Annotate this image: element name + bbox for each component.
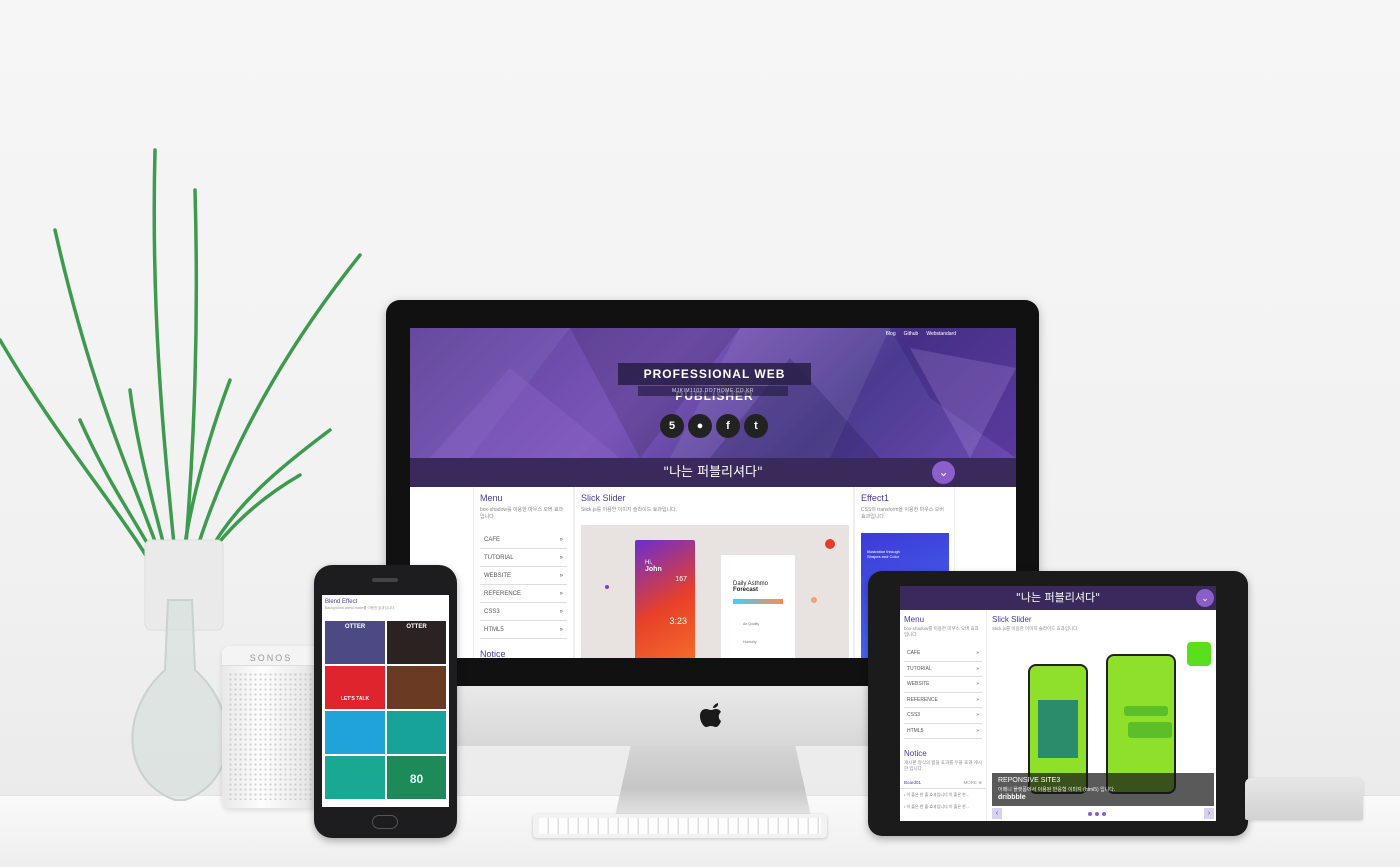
slide-caption: REPONSIVE SITE3 어메니 플랫폼에서 이용된 반응형 이미지 (h… [992, 773, 1214, 806]
notice-line[interactable]: • 이 출은 한 출 효과입니다.이 출은 한... [900, 798, 986, 810]
menu-title: Menu [480, 493, 503, 503]
github-icon[interactable]: ● [688, 414, 712, 438]
menu-item-reference[interactable]: REFERENCE» [480, 585, 567, 603]
menu-item-html5[interactable]: HTML5» [904, 724, 982, 739]
hero-title: PROFESSIONAL WEB PUBLISHER [618, 363, 811, 403]
nav-blog[interactable]: Blog [886, 331, 896, 337]
hero-banner: Blog Github Webstandard PROFESSIONAL WEB… [410, 328, 1016, 458]
blend-tile[interactable] [387, 666, 446, 709]
menu-item-website[interactable]: WEBSITE» [904, 677, 982, 693]
notice-board-header: Board01 MORE ⊕ [900, 774, 986, 789]
ipad-menu-list: CAFE» TUTORIAL» WEBSITE» REFERENCE» CSS3… [904, 646, 982, 739]
blend-effect-desc: Background-blend-mode를 이용한 효과입니다. [325, 606, 396, 610]
blend-tile[interactable] [387, 711, 446, 754]
menu-item-css3[interactable]: CSS3» [480, 603, 567, 621]
iphone-screen: Blend Effect Background-blend-mode를 이용한 … [322, 595, 449, 807]
home-button[interactable] [372, 815, 398, 829]
slider-desc: Slick.js를 이용한 이미지 슬라이드 효과입니다. [581, 507, 678, 513]
ipad-slider-desc: Slick.js를 이용한 이미지 슬라이드 효과입니다. [992, 626, 1079, 631]
ipad-slider-column: Slick Slider Slick.js를 이용한 이미지 슬라이드 효과입니… [988, 610, 1216, 821]
quote-bar: "나는 퍼블리셔다" ⌄ [410, 458, 1016, 487]
chevron-down-icon[interactable]: ⌄ [932, 461, 955, 484]
ipad-slider-title: Slick Slider [992, 615, 1032, 624]
imac-stand [615, 746, 811, 816]
menu-item-reference[interactable]: REFERENCE» [904, 693, 982, 708]
slider-image[interactable]: Hi, John 167 3:23 Daily Asthmo Forecast … [581, 525, 849, 658]
menu-column: Menu box-shadow를 이용한 마우스 오버 효과입니다. CAFE»… [473, 487, 574, 658]
slide-caption-title: REPONSIVE SITE3 [998, 777, 1061, 784]
speaker-brand: SONOS [249, 653, 293, 663]
more-link[interactable]: MORE ⊕ [963, 780, 982, 786]
slider-column: Slick Slider Slick.js를 이용한 이미지 슬라이드 효과입니… [574, 487, 854, 658]
dribbble-watermark: dribbble [998, 794, 1026, 801]
facebook-icon[interactable]: f [716, 414, 740, 438]
effect-title: Effect1 [861, 493, 889, 503]
menu-item-cafe[interactable]: CAFE» [480, 531, 567, 549]
effect-desc: CSS의 transform을 이용한 마우스 오버 효과입니다. [861, 507, 944, 520]
menu-item-cafe[interactable]: CAFE» [904, 646, 982, 662]
ipad-quote-text: "나는 퍼블리셔다" [1015, 591, 1101, 604]
menu-desc: box-shadow를 이용한 마우스 오버 효과입니다. [480, 507, 564, 520]
nav-github[interactable]: Github [904, 331, 919, 337]
notice-desc: 게시판 형식의 탭을 효과를 두을 효과 게시한 입니다. [904, 760, 982, 771]
app-card-1: Hi, John 167 3:23 [635, 540, 695, 658]
apple-logo-icon [700, 703, 721, 727]
slider-dot[interactable] [1102, 812, 1106, 816]
blend-tile[interactable]: 80 [387, 756, 446, 799]
notice-title: Notice [904, 749, 927, 758]
blend-tile[interactable]: LET'S TALK [325, 666, 385, 709]
app-card-2: Daily Asthmo Forecast Air Quality Humidi… [721, 555, 795, 658]
menu-item-website[interactable]: WEBSITE» [480, 567, 567, 585]
top-nav: Blog Github Webstandard [886, 331, 956, 337]
ipad-quote-bar: "나는 퍼블리셔다" ⌄ [900, 586, 1216, 610]
notice-title-partial: Notice [480, 649, 506, 658]
blend-tile[interactable]: OTTER [325, 621, 385, 664]
slider-title: Slick Slider [581, 493, 626, 503]
social-links: 5 ● f t [660, 414, 768, 438]
menu-item-html5[interactable]: HTML5» [480, 621, 567, 639]
chevron-down-icon[interactable]: ⌄ [1196, 589, 1214, 607]
menu-item-css3[interactable]: CSS3» [904, 708, 982, 724]
ipad-menu-title: Menu [904, 615, 925, 624]
slider-next-button[interactable]: › [1204, 808, 1214, 819]
blend-tile[interactable] [325, 756, 385, 799]
hero-subtitle: MJKIM1103.DOTHOME.CO.KR [638, 386, 788, 396]
menu-item-tutorial[interactable]: TUTORIAL» [480, 549, 567, 567]
menu-item-tutorial[interactable]: TUTORIAL» [904, 662, 982, 677]
blend-effect-title: Blend Effect [325, 599, 358, 605]
ipad-menu-desc: box-shadow를 이용한 마우스 오버 효과입니다. [904, 626, 979, 637]
slider-prev-button[interactable]: ‹ [992, 808, 1002, 819]
nav-webstandard[interactable]: Webstandard [926, 331, 956, 337]
blend-tile[interactable]: OTTER [387, 621, 446, 664]
speaker: SONOS [222, 646, 320, 808]
notice-line[interactable]: • 이 출은 한 출 효과입니다.이 출은 한... [900, 789, 986, 798]
ipad-screen: "나는 퍼블리셔다" ⌄ Menu box-shadow를 이용한 마우스 오버… [900, 586, 1216, 821]
slider-dots [1088, 812, 1106, 816]
board-tab[interactable]: Board01 [904, 780, 921, 786]
quote-text: "나는 퍼블리셔다" [663, 465, 763, 480]
slider-dot[interactable] [1095, 812, 1099, 816]
ipad-menu-column: Menu box-shadow를 이용한 마우스 오버 효과입니다. CAFE»… [900, 610, 987, 821]
twitter-icon[interactable]: t [744, 414, 768, 438]
slider-dot[interactable] [1088, 812, 1092, 816]
menu-list: CAFE» TUTORIAL» WEBSITE» REFERENCE» CSS3… [480, 531, 567, 639]
keyboard [533, 814, 827, 838]
laptop [1245, 778, 1363, 820]
html5-icon[interactable]: 5 [660, 414, 684, 438]
blend-tile[interactable] [325, 711, 385, 754]
blend-grid: OTTER OTTER LET'S TALK 80 [325, 621, 446, 799]
